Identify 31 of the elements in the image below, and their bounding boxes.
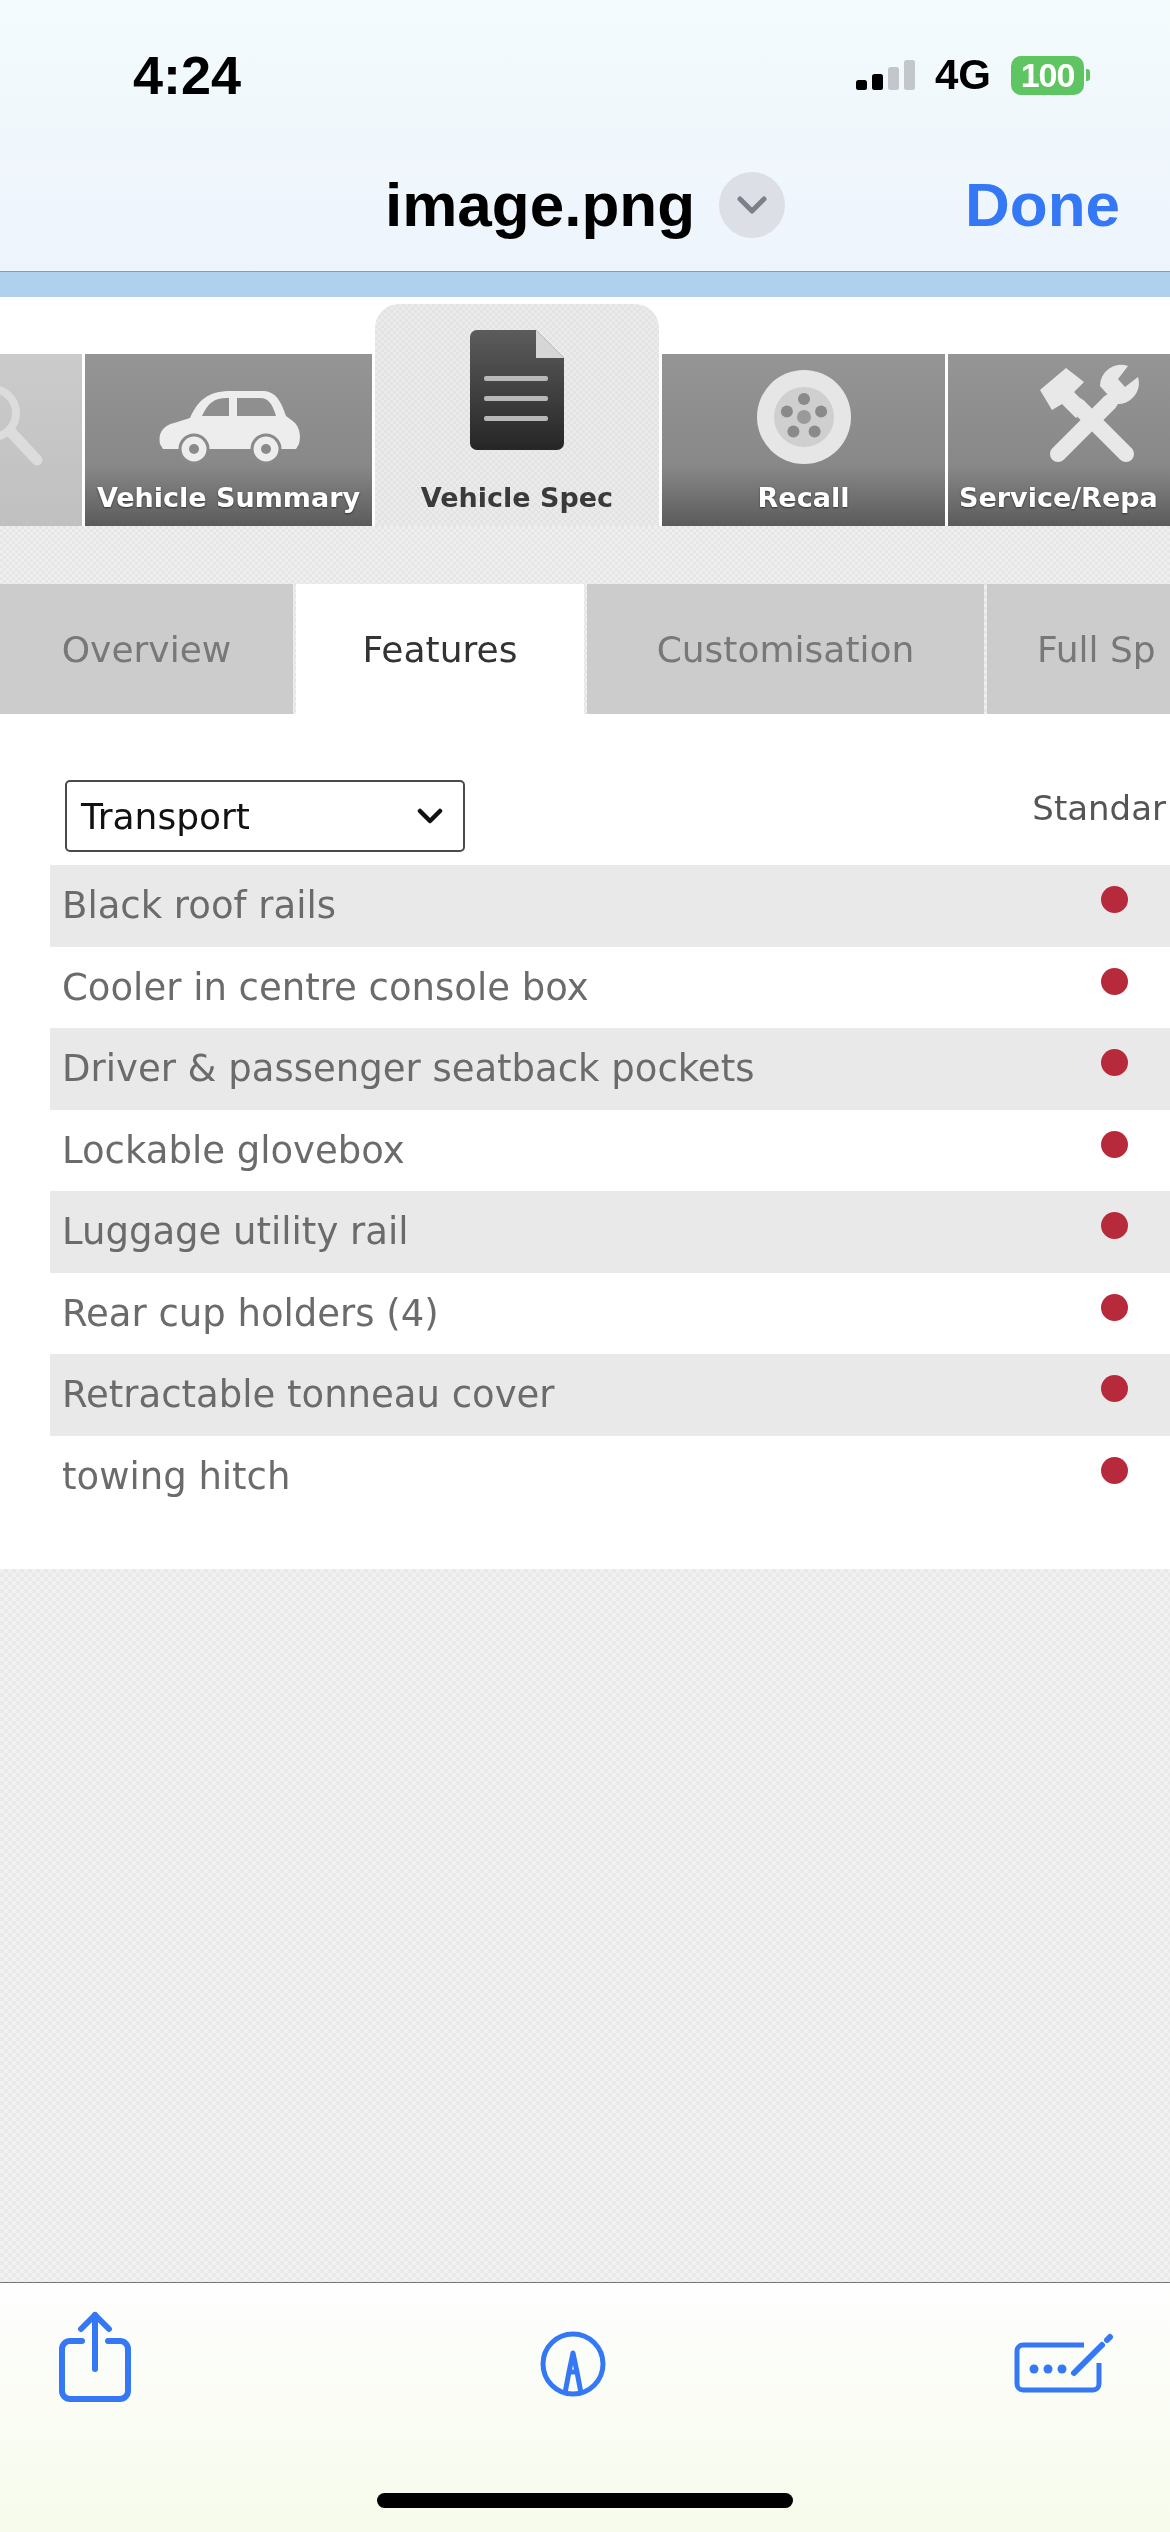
sub-tab[interactable]: Overview (0, 584, 293, 714)
sub-tab[interactable]: Full Sp (987, 584, 1170, 714)
signature-icon[interactable] (1014, 2331, 1114, 2393)
chevron-icon (417, 808, 443, 824)
feature-name: towing hitch (62, 1454, 292, 1498)
sub-tab[interactable]: Features (296, 584, 584, 714)
feature-name: Rear cup holders (4) (62, 1291, 440, 1335)
feature-name: Driver & passenger seatback pockets (62, 1047, 756, 1091)
nav-tab[interactable]: Vehicle Spec (375, 304, 659, 526)
share-icon[interactable] (58, 2311, 132, 2403)
status-time: 4:24 (133, 44, 242, 106)
battery-indicator: 100 (1011, 55, 1090, 95)
markup-icon[interactable] (540, 2331, 606, 2397)
network-label: 4G (934, 51, 991, 99)
category-select[interactable]: Transport (65, 780, 465, 852)
document-icon (470, 330, 564, 450)
sub-tab[interactable]: Customisation (587, 584, 984, 714)
nav-tab[interactable]: Service/Repa (948, 354, 1170, 526)
feature-name: Lockable glovebox (62, 1128, 406, 1172)
feature-name: Retractable tonneau cover (62, 1373, 556, 1417)
feature-name: Luggage utility rail (62, 1210, 410, 1254)
feature-name: Black roof rails (62, 884, 338, 928)
chevron-icon (737, 195, 767, 214)
file-title: image.png (385, 169, 695, 240)
done-button[interactable]: Done (965, 169, 1120, 240)
nav-tab[interactable]: Recall (662, 354, 945, 526)
column-header: Standar (1032, 788, 1166, 828)
feature-name: Cooler in centre console box (62, 965, 590, 1009)
signal-icon (855, 60, 915, 90)
nav-tab[interactable]: Vehicle Summary (85, 354, 372, 526)
wheel-icon (756, 370, 851, 464)
